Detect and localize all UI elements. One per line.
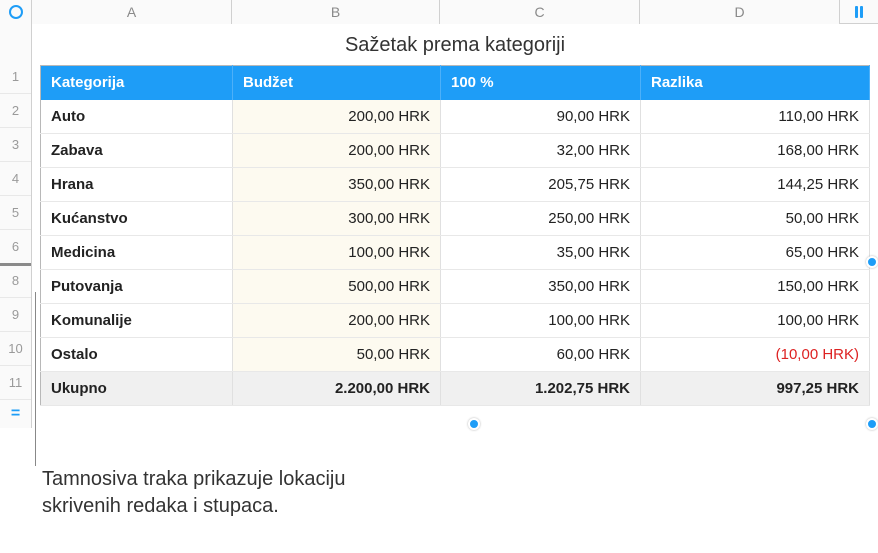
cell-budget[interactable]: 50,00 HRK [233,338,441,372]
column-header-row: A B C D [0,0,878,24]
cell-category[interactable]: Auto [41,100,233,134]
column-header-B[interactable]: B [232,0,440,24]
cell-diff[interactable]: 100,00 HRK [641,304,870,338]
cell-diff[interactable]: 144,25 HRK [641,168,870,202]
cell-diff[interactable]: 150,00 HRK [641,270,870,304]
row-header-title-gap [0,24,31,60]
selection-handle[interactable] [468,418,480,430]
column-header-C[interactable]: C [440,0,640,24]
cell-budget[interactable]: 200,00 HRK [233,304,441,338]
row-header-1[interactable]: 1 [0,60,31,94]
table-row: Auto200,00 HRK90,00 HRK110,00 HRK [41,100,870,134]
column-header-A[interactable]: A [32,0,232,24]
cell-budget[interactable]: 200,00 HRK [233,100,441,134]
cell-percent[interactable]: 35,00 HRK [441,236,641,270]
table-row: Kućanstvo300,00 HRK250,00 HRK50,00 HRK [41,202,870,236]
row-header-4[interactable]: 4 [0,162,31,196]
cell-budget[interactable]: 500,00 HRK [233,270,441,304]
cell-budget[interactable]: 300,00 HRK [233,202,441,236]
cell-diff[interactable]: (10,00 HRK) [641,338,870,372]
row-header-10[interactable]: 10 [0,332,31,366]
header-diff[interactable]: Razlika [641,66,870,100]
cell-category[interactable]: Kućanstvo [41,202,233,236]
cell-total-budget[interactable]: 2.200,00 HRK [233,372,441,406]
equals-icon: = [11,405,20,423]
table-canvas[interactable]: Sažetak prema kategoriji Kategorija Budž… [32,24,878,428]
cell-percent[interactable]: 100,00 HRK [441,304,641,338]
table-total-row: Ukupno2.200,00 HRK1.202,75 HRK997,25 HRK [41,372,870,406]
header-category[interactable]: Kategorija [41,66,233,100]
cell-total-percent[interactable]: 1.202,75 HRK [441,372,641,406]
row-header-2[interactable]: 2 [0,94,31,128]
column-add-handle[interactable] [840,0,878,23]
table-row: Ostalo50,00 HRK60,00 HRK(10,00 HRK) [41,338,870,372]
selection-handle[interactable] [866,256,878,268]
cell-budget[interactable]: 350,00 HRK [233,168,441,202]
cell-category[interactable]: Medicina [41,236,233,270]
row-header-9[interactable]: 9 [0,298,31,332]
select-all-corner[interactable] [0,0,32,24]
table-row: Putovanja500,00 HRK350,00 HRK150,00 HRK [41,270,870,304]
cell-total-diff[interactable]: 997,25 HRK [641,372,870,406]
pause-icon [855,6,863,18]
row-header-11[interactable]: 11 [0,366,31,400]
cell-budget[interactable]: 100,00 HRK [233,236,441,270]
row-add-handle[interactable]: = [0,400,31,428]
cell-category[interactable]: Komunalije [41,304,233,338]
table-row: Medicina100,00 HRK35,00 HRK65,00 HRK [41,236,870,270]
table-row: Komunalije200,00 HRK100,00 HRK100,00 HRK [41,304,870,338]
cell-percent[interactable]: 90,00 HRK [441,100,641,134]
cell-category[interactable]: Ostalo [41,338,233,372]
circle-icon [9,5,23,19]
column-header-D[interactable]: D [640,0,840,24]
header-budget[interactable]: Budžet [233,66,441,100]
cell-budget[interactable]: 200,00 HRK [233,134,441,168]
row-header-8[interactable]: 8 [0,264,31,298]
cell-percent[interactable]: 60,00 HRK [441,338,641,372]
cell-category[interactable]: Zabava [41,134,233,168]
header-percent[interactable]: 100 % [441,66,641,100]
table-title[interactable]: Sažetak prema kategoriji [40,30,870,65]
row-header-5[interactable]: 5 [0,196,31,230]
cell-diff[interactable]: 50,00 HRK [641,202,870,236]
cell-diff[interactable]: 65,00 HRK [641,236,870,270]
cell-category[interactable]: Putovanja [41,270,233,304]
cell-percent[interactable]: 350,00 HRK [441,270,641,304]
callout-line [35,292,36,466]
table-row: Hrana350,00 HRK205,75 HRK144,25 HRK [41,168,870,202]
cell-diff[interactable]: 168,00 HRK [641,134,870,168]
table-row: Zabava200,00 HRK32,00 HRK168,00 HRK [41,134,870,168]
row-header-3[interactable]: 3 [0,128,31,162]
table-header-row: Kategorija Budžet 100 % Razlika [41,66,870,100]
callout-text: Tamnosiva traka prikazuje lokacijuskrive… [42,466,345,520]
row-header-6[interactable]: 6 [0,230,31,264]
summary-table: Kategorija Budžet 100 % Razlika Auto200,… [40,65,870,406]
selection-handle[interactable] [866,418,878,430]
cell-total-label[interactable]: Ukupno [41,372,233,406]
row-header-column: 1 2 3 4 5 6 8 9 10 11 = [0,24,32,428]
cell-diff[interactable]: 110,00 HRK [641,100,870,134]
cell-percent[interactable]: 250,00 HRK [441,202,641,236]
cell-category[interactable]: Hrana [41,168,233,202]
cell-percent[interactable]: 205,75 HRK [441,168,641,202]
cell-percent[interactable]: 32,00 HRK [441,134,641,168]
